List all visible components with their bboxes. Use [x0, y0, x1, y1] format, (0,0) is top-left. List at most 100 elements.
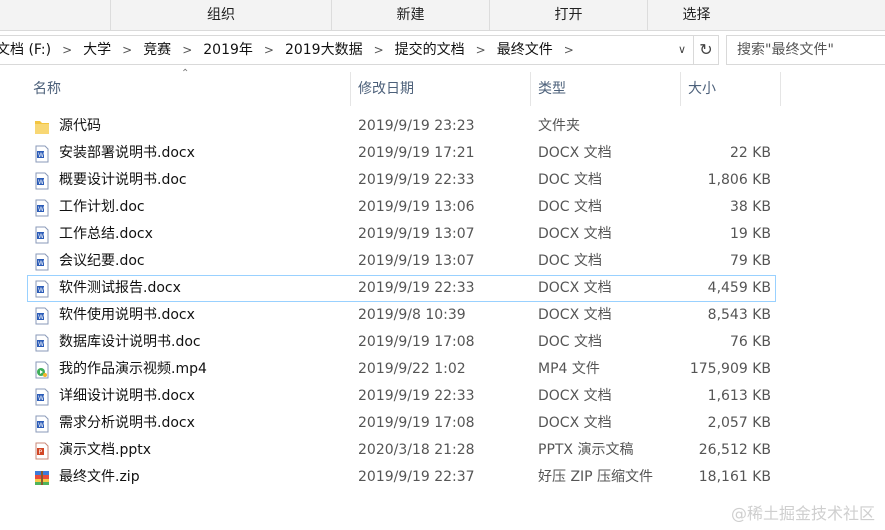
- search-placeholder: 搜索"最终文件": [737, 42, 834, 58]
- file-date: 2019/9/22 1:02: [358, 361, 466, 377]
- svg-text:W: W: [38, 314, 44, 321]
- chevron-right-icon[interactable]: >: [53, 36, 81, 64]
- ribbon-group-new[interactable]: 新建: [331, 0, 489, 30]
- file-type: DOCX 文档: [538, 307, 612, 323]
- file-date: 2019/9/19 22:33: [358, 388, 475, 404]
- file-row[interactable]: W 概要设计说明书.doc 2019/9/19 22:33 DOC 文档 1,8…: [27, 167, 776, 194]
- breadcrumb-item-2019[interactable]: 2019年: [201, 36, 255, 64]
- breadcrumb-item-bigdata[interactable]: 2019大数据: [283, 36, 365, 64]
- file-date: 2019/9/19 17:21: [358, 145, 475, 161]
- file-name: 工作总结.docx: [59, 226, 153, 242]
- column-divider[interactable]: [680, 72, 681, 106]
- file-date: 2019/9/19 13:06: [358, 199, 475, 215]
- svg-text:W: W: [38, 179, 44, 186]
- svg-text:W: W: [38, 287, 44, 294]
- ribbon-group-select[interactable]: 选择: [647, 0, 745, 30]
- chevron-right-icon[interactable]: >: [173, 36, 201, 64]
- address-row: 文档 (F:) > 大学 > 竞赛 >2019年 >2019大数据 > 提交的文档 > 最终文件 > …: [0, 31, 885, 67]
- address-bar[interactable]: 文档 (F:) > 大学 > 竞赛 >2019年 >2019大数据 > 提交的文档 > 最终文件 > …: [0, 35, 697, 65]
- word-doc-icon: W: [35, 172, 49, 190]
- file-type: DOCX 文档: [538, 226, 612, 242]
- file-name: 演示文档.pptx: [59, 442, 151, 458]
- svg-text:W: W: [38, 152, 44, 159]
- sort-ascending-icon: ⌃: [181, 68, 190, 79]
- file-name: 需求分析说明书.docx: [59, 415, 195, 431]
- svg-text:W: W: [38, 341, 44, 348]
- column-divider[interactable]: [350, 72, 351, 106]
- file-size: 175,909 KB: [689, 361, 771, 377]
- file-size: 76 KB: [729, 334, 771, 350]
- file-size: 1,613 KB: [707, 388, 771, 404]
- breadcrumb-item-drive[interactable]: 文档 (F:): [0, 36, 53, 64]
- file-name: 源代码: [59, 118, 101, 134]
- file-row[interactable]: W 需求分析说明书.docx 2019/9/19 17:08 DOCX 文档 2…: [27, 410, 776, 437]
- file-name: 软件使用说明书.docx: [59, 307, 195, 323]
- chevron-right-icon[interactable]: >: [255, 36, 283, 64]
- file-row[interactable]: W 详细设计说明书.docx 2019/9/19 22:33 DOCX 文档 1…: [27, 383, 776, 410]
- file-row[interactable]: W 安装部署说明书.docx 2019/9/19 17:21 DOCX 文档 2…: [27, 140, 776, 167]
- file-name: 概要设计说明书.doc: [59, 172, 187, 188]
- ribbon-group-organize[interactable]: 组织: [110, 0, 331, 30]
- column-header-type[interactable]: 类型: [538, 72, 566, 106]
- chevron-right-icon[interactable]: >: [555, 36, 583, 64]
- column-divider[interactable]: [780, 72, 781, 106]
- file-row[interactable]: W 工作总结.docx 2019/9/19 13:07 DOCX 文档 19 K…: [27, 221, 776, 248]
- file-date: 2019/9/19 13:07: [358, 253, 475, 269]
- file-row[interactable]: 最终文件.zip 2019/9/19 22:37 好压 ZIP 压缩文件 18,…: [27, 464, 776, 491]
- file-size: 2,057 KB: [707, 415, 771, 431]
- file-row[interactable]: W 会议纪要.doc 2019/9/19 13:07 DOC 文档 79 KB: [27, 248, 776, 275]
- word-doc-icon: W: [35, 145, 49, 163]
- column-divider[interactable]: [530, 72, 531, 106]
- column-header-date[interactable]: 修改日期: [358, 72, 414, 106]
- word-doc-icon: W: [35, 415, 49, 433]
- word-doc-icon: W: [35, 199, 49, 217]
- breadcrumb-item-submitted[interactable]: 提交的文档: [393, 36, 467, 64]
- file-row[interactable]: W 工作计划.doc 2019/9/19 13:06 DOC 文档 38 KB: [27, 194, 776, 221]
- ribbon-group-open[interactable]: 打开: [489, 0, 647, 30]
- breadcrumb: 文档 (F:) > 大学 > 竞赛 >2019年 >2019大数据 > 提交的文档 > 最终文件 >: [0, 36, 583, 64]
- file-name: 软件测试报告.docx: [59, 280, 181, 296]
- file-size: 19 KB: [729, 226, 771, 242]
- breadcrumb-item-final[interactable]: 最终文件: [495, 36, 555, 64]
- chevron-right-icon[interactable]: >: [365, 36, 393, 64]
- file-row[interactable]: 我的作品演示视频.mp4 2019/9/22 1:02 MP4 文件 175,9…: [27, 356, 776, 383]
- search-input[interactable]: 搜索"最终文件": [726, 35, 885, 65]
- svg-text:W: W: [38, 206, 44, 213]
- chevron-right-icon[interactable]: >: [113, 36, 141, 64]
- file-date: 2019/9/19 22:37: [358, 469, 475, 485]
- file-size: 1,806 KB: [707, 172, 771, 188]
- file-date: 2019/9/19 13:07: [358, 226, 475, 242]
- file-type: 文件夹: [538, 118, 580, 134]
- file-type: DOC 文档: [538, 172, 603, 188]
- file-row[interactable]: W 软件使用说明书.docx 2019/9/8 10:39 DOCX 文档 8,…: [27, 302, 776, 329]
- file-name: 详细设计说明书.docx: [59, 388, 195, 404]
- file-size: 79 KB: [729, 253, 771, 269]
- refresh-button[interactable]: ↻: [693, 35, 719, 65]
- file-row[interactable]: P 演示文档.pptx 2020/3/18 21:28 PPTX 演示文稿 26…: [27, 437, 776, 464]
- file-type: PPTX 演示文稿: [538, 442, 634, 458]
- file-row[interactable]: W 数据库设计说明书.doc 2019/9/19 17:08 DOC 文档 76…: [27, 329, 776, 356]
- chevron-down-icon[interactable]: ∨: [672, 36, 692, 64]
- chevron-right-icon[interactable]: >: [467, 36, 495, 64]
- file-date: 2019/9/19 23:23: [358, 118, 475, 134]
- folder-icon: [35, 121, 49, 134]
- file-type: DOC 文档: [538, 253, 603, 269]
- file-row-selected[interactable]: W 软件测试报告.docx 2019/9/19 22:33 DOCX 文档 4,…: [27, 275, 776, 302]
- breadcrumb-item-university[interactable]: 大学: [81, 36, 113, 64]
- file-name: 数据库设计说明书.doc: [59, 334, 201, 350]
- file-date: 2020/3/18 21:28: [358, 442, 475, 458]
- column-header-size[interactable]: 大小: [688, 72, 716, 106]
- column-header-name[interactable]: 名称: [33, 72, 61, 106]
- column-header-row: ⌃ 名称 修改日期 类型 大小: [0, 68, 885, 106]
- zip-archive-icon: [35, 471, 49, 485]
- refresh-icon: ↻: [699, 40, 713, 59]
- file-size: 26,512 KB: [698, 442, 771, 458]
- breadcrumb-item-competition[interactable]: 竞赛: [141, 36, 173, 64]
- file-row[interactable]: 源代码 2019/9/19 23:23 文件夹: [27, 113, 776, 140]
- file-size: 18,161 KB: [698, 469, 771, 485]
- file-type: MP4 文件: [538, 361, 600, 377]
- word-doc-icon: W: [35, 334, 49, 352]
- svg-text:W: W: [38, 260, 44, 267]
- file-size: 4,459 KB: [707, 280, 771, 296]
- file-name: 工作计划.doc: [59, 199, 145, 215]
